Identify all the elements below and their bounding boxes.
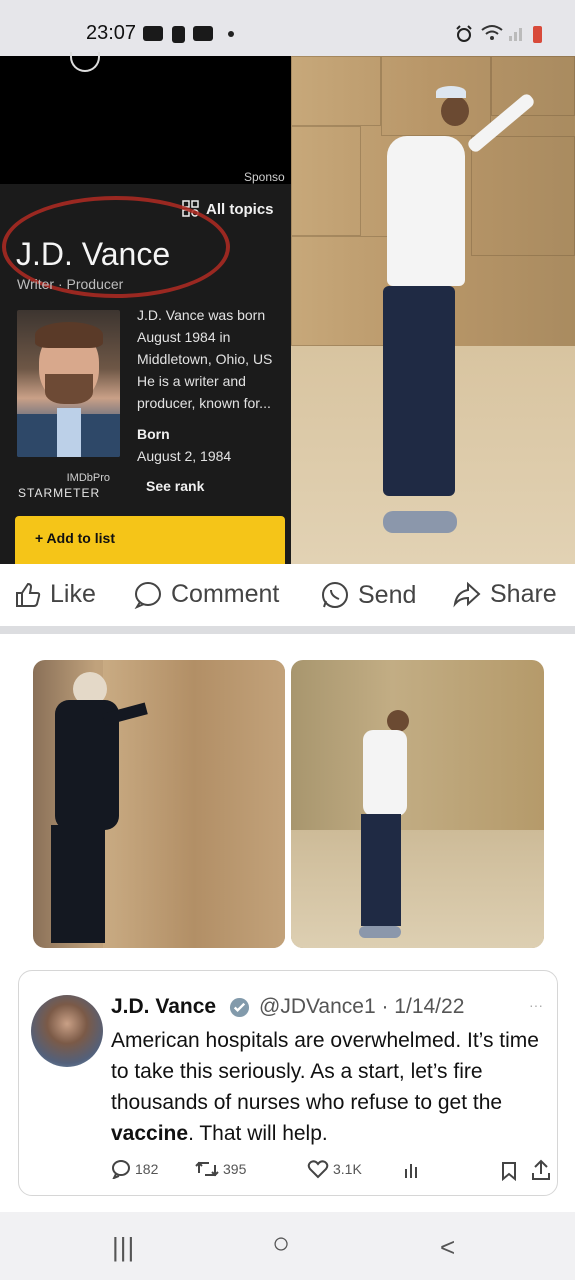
retweet-count: 395 <box>223 1161 247 1177</box>
bio-line: He is a writer and <box>137 373 246 389</box>
system-nav-bar: ||| ○ < <box>0 1212 575 1280</box>
stone-block <box>491 56 575 116</box>
sponsored-label: Sponso <box>244 170 285 184</box>
person-head <box>441 96 469 126</box>
person-pants <box>383 286 455 496</box>
more-options-icon[interactable]: ··· <box>529 997 543 1013</box>
person-name: J.D. Vance <box>16 236 171 272</box>
person-shirt <box>363 730 407 816</box>
post-divider <box>0 626 575 634</box>
retweet-icon <box>195 1161 219 1177</box>
status-bar: 23:07 <box>0 0 575 56</box>
play-icon[interactable] <box>70 52 100 72</box>
status-time: 23:07 <box>86 22 137 44</box>
see-rank-link[interactable]: See rank <box>146 478 204 494</box>
tweet-author-name[interactable]: J.D. Vance <box>111 995 216 1019</box>
share-label: Share <box>490 580 557 608</box>
like-button[interactable]: Like <box>14 580 96 609</box>
tweet-stats: 182 395 3.1K <box>111 1159 551 1183</box>
bio-text: J.D. Vance was born August 1984 in Middl… <box>137 304 287 414</box>
avatar[interactable] <box>31 995 103 1067</box>
screen: 23:07 Sponso All topics J.D. Vance Write… <box>0 0 575 1280</box>
heart-icon <box>307 1160 329 1179</box>
alarm-icon <box>456 25 472 42</box>
share-upload-icon[interactable] <box>531 1159 551 1181</box>
like-count: 3.1K <box>333 1161 362 1177</box>
battery-icon <box>533 26 542 43</box>
notification-icon <box>172 26 185 43</box>
stone-block <box>291 126 361 236</box>
reply-button[interactable]: 182 <box>111 1159 158 1179</box>
thumbs-up-icon <box>16 582 41 607</box>
born-label: Born <box>137 426 170 442</box>
dot-icon <box>228 31 234 37</box>
signal-icon <box>509 28 522 41</box>
person-legs <box>51 825 105 943</box>
bio-line: August 1984 in <box>137 329 231 345</box>
verified-badge-icon <box>229 997 250 1018</box>
back-button[interactable]: < <box>440 1232 455 1263</box>
add-to-list-label: + Add to list <box>35 530 115 546</box>
imdbpro-label: IMDbPro <box>66 472 110 484</box>
home-button[interactable]: ○ <box>272 1227 290 1261</box>
person-shoes <box>359 926 401 938</box>
share-icon <box>453 581 481 607</box>
share-button[interactable]: Share <box>452 580 557 609</box>
tweet-handle-date[interactable]: @JDVance1 · 1/14/22 <box>259 995 464 1019</box>
wall-surface <box>103 660 285 948</box>
video-icon <box>193 26 213 41</box>
like-tweet-button[interactable]: 3.1K <box>307 1159 362 1179</box>
stone-block <box>291 56 381 126</box>
tweet-text-part: American hospitals are overwhelmed. It’s… <box>111 1029 539 1114</box>
comment-button[interactable]: Comment <box>133 580 279 609</box>
reply-icon <box>112 1160 130 1179</box>
person-head <box>387 710 409 732</box>
whatsapp-icon <box>322 582 348 608</box>
bio-line: producer, known for... <box>137 395 271 411</box>
person-roles: Writer · Producer <box>17 276 124 292</box>
recents-button[interactable]: ||| <box>112 1232 135 1263</box>
imdb-card: Sponso All topics J.D. Vance Writer · Pr… <box>0 52 291 564</box>
person-pants <box>361 814 401 926</box>
tweet-text: American hospitals are overwhelmed. It’s… <box>111 1025 551 1149</box>
send-label: Send <box>358 580 417 609</box>
tweet-text-bold: vaccine <box>111 1122 189 1145</box>
bio-line: J.D. Vance was born <box>137 307 266 323</box>
starmeter-label: STARMETER <box>18 486 101 500</box>
like-label: Like <box>50 580 96 608</box>
stone-block <box>471 136 575 256</box>
comment-label: Comment <box>171 580 280 608</box>
reply-count: 182 <box>135 1161 159 1177</box>
add-to-list-button[interactable]: + Add to list <box>15 516 285 564</box>
person-shirt <box>387 136 465 286</box>
kippah <box>436 86 466 98</box>
send-button[interactable]: Send <box>320 580 416 610</box>
all-topics-label: All topics <box>206 200 274 218</box>
analytics-icon[interactable] <box>403 1161 421 1179</box>
wall-photo-right[interactable] <box>291 660 544 948</box>
tweet-card[interactable]: J.D. Vance @JDVance1 · 1/14/22 ··· Ameri… <box>18 970 558 1196</box>
headshot-image <box>17 310 120 457</box>
video-area[interactable] <box>0 52 291 184</box>
post-image[interactable]: Sponso All topics J.D. Vance Writer · Pr… <box>0 52 575 564</box>
video-icon <box>143 26 163 41</box>
born-date: August 2, 1984 <box>137 448 232 464</box>
bookmark-icon[interactable] <box>501 1161 517 1181</box>
tweet-text-part: . That will help. <box>188 1122 328 1145</box>
western-wall-photo <box>291 56 575 564</box>
bio-line: Middletown, Ohio, US <box>137 351 273 367</box>
retweet-button[interactable]: 395 <box>195 1159 246 1179</box>
comment-icon <box>134 581 161 609</box>
person-shoes <box>383 511 457 533</box>
wifi-icon <box>481 25 503 40</box>
pavement <box>291 830 544 948</box>
wall-photo-left[interactable] <box>33 660 285 948</box>
post-actions: Like Comment Send Share <box>0 564 575 626</box>
